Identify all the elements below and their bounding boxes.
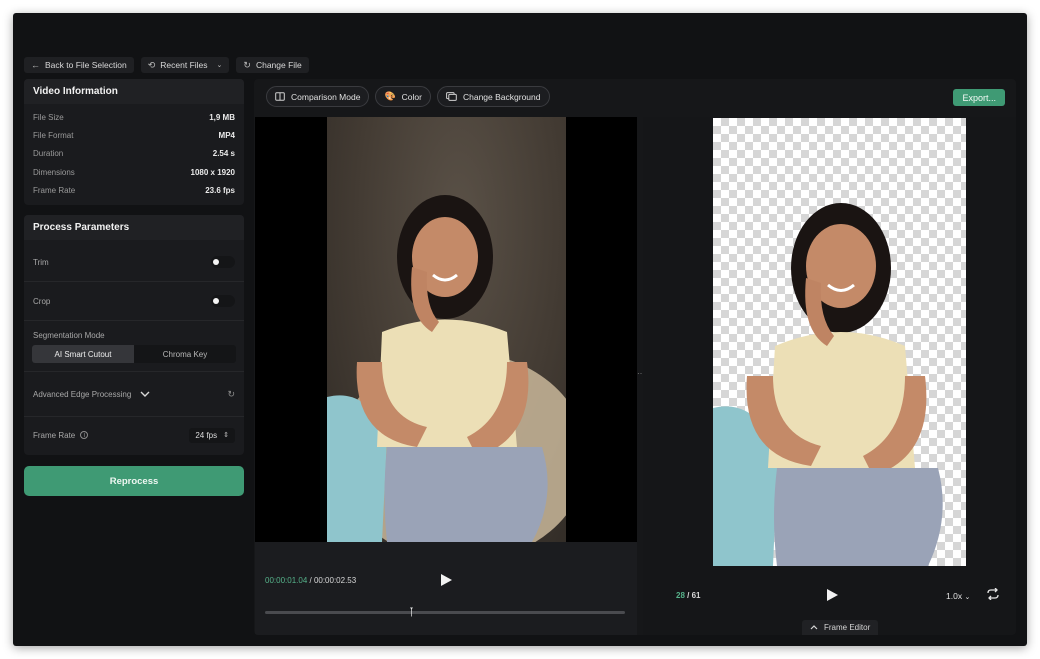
advanced-edge-group: Advanced Edge Processing <box>33 390 150 399</box>
toolbar: Comparison Mode 🎨 Color Change Backgroun… <box>266 86 550 107</box>
info-key: File Size <box>33 112 64 122</box>
info-row-dimensions: Dimensions 1080 x 1920 <box>24 163 244 181</box>
back-label: Back to File Selection <box>45 60 127 70</box>
timeline-scrubber[interactable] <box>409 604 413 620</box>
info-icon[interactable]: i <box>80 431 89 439</box>
info-value: 23.6 fps <box>205 185 235 195</box>
transparent-result-frame[interactable] <box>713 118 966 566</box>
reset-icon[interactable]: ↻ <box>227 389 235 400</box>
info-key: Duration <box>33 149 64 159</box>
info-row-file-format: File Format MP4 <box>24 126 244 144</box>
result-viewport: 28 / 61 1.0x ⌄ Frame Editor <box>643 117 1016 635</box>
total-time: 00:00:02.53 <box>313 576 357 585</box>
change-file-button[interactable]: ↻ Change File <box>236 57 309 73</box>
info-value: 2.54 s <box>212 149 235 159</box>
speed-value: 1.0x <box>946 591 963 601</box>
chevron-updown-icon: ⇕ <box>223 432 229 439</box>
play-icon[interactable] <box>440 573 453 587</box>
person-photo <box>327 195 566 542</box>
crop-row: Crop <box>24 282 244 321</box>
arrow-left-icon: ← <box>31 59 40 70</box>
video-information-title: Video Information <box>24 79 244 104</box>
info-key: Frame Rate <box>33 185 76 195</box>
export-button[interactable]: Export... <box>953 89 1005 106</box>
change-label: Change File <box>255 60 302 70</box>
frame-rate-label: Frame Rate <box>33 430 76 440</box>
back-to-file-selection-button[interactable]: ← Back to File Selection <box>24 57 134 73</box>
images-icon <box>446 92 457 101</box>
advanced-edge-row[interactable]: Advanced Edge Processing ↻ <box>24 371 244 417</box>
frame-editor-toggle[interactable]: Frame Editor <box>802 620 879 635</box>
original-video-viewport[interactable] <box>255 117 637 542</box>
original-video-frame <box>327 117 566 542</box>
crop-label: Crop <box>33 296 51 306</box>
info-value: 1080 x 1920 <box>190 167 236 177</box>
change-background-label: Change Background <box>462 91 541 102</box>
time-separator: / <box>307 576 314 585</box>
history-icon: ⟲ <box>147 59 156 70</box>
color-label: Color <box>401 91 422 102</box>
comparison-mode-label: Comparison Mode <box>291 91 361 102</box>
chevron-down-icon: ⌄ <box>216 61 223 69</box>
frame-separator: / <box>684 591 692 600</box>
comparison-mode-button[interactable]: Comparison Mode <box>266 86 370 107</box>
frame-rate-group: Frame Rate i <box>33 430 89 440</box>
loop-icon[interactable] <box>986 588 1000 600</box>
chevron-down-icon <box>140 391 150 397</box>
color-button[interactable]: 🎨 Color <box>375 86 431 107</box>
frame-current: 28 <box>676 591 685 600</box>
reprocess-button[interactable]: Reprocess <box>24 466 244 496</box>
info-key: Dimensions <box>33 167 75 177</box>
refresh-icon: ↻ <box>243 59 251 70</box>
cutout-person <box>713 203 943 566</box>
seg-option-chroma-key[interactable]: Chroma Key <box>134 345 236 363</box>
trim-label: Trim <box>33 257 49 267</box>
frame-rate-row: Frame Rate i 24 fps ⇕ <box>24 417 244 453</box>
process-parameters-panel: Process Parameters Trim Crop Segmentatio… <box>24 215 244 455</box>
palette-icon: 🎨 <box>384 91 396 101</box>
process-parameters-title: Process Parameters <box>24 215 244 240</box>
main-workspace: Comparison Mode 🎨 Color Change Backgroun… <box>254 79 1016 635</box>
timeline-track[interactable] <box>265 611 625 614</box>
recent-files-button[interactable]: ⟲ Recent Files ⌄ <box>140 57 230 73</box>
frame-editor-label: Frame Editor <box>824 623 871 632</box>
info-row-file-size: File Size 1,9 MB <box>24 108 244 126</box>
top-nav: ← Back to File Selection ⟲ Recent Files … <box>24 57 309 73</box>
app-window: ← Back to File Selection ⟲ Recent Files … <box>13 13 1027 646</box>
info-row-frame-rate: Frame Rate 23.6 fps <box>24 181 244 199</box>
frame-rate-value: 24 fps <box>195 430 218 440</box>
info-value: 1,9 MB <box>209 112 235 122</box>
segmentation-mode-label: Segmentation Mode <box>33 331 105 340</box>
playback-time: 00:00:01.04 / 00:00:02.53 <box>265 576 356 585</box>
play-icon[interactable] <box>826 588 839 602</box>
chevron-up-icon <box>810 625 818 630</box>
segmentation-mode-control: AI Smart Cutout Chroma Key <box>32 345 236 363</box>
frame-total: 61 <box>691 591 701 600</box>
split-view-icon <box>275 92 285 101</box>
trim-toggle[interactable] <box>211 256 235 268</box>
info-row-duration: Duration 2.54 s <box>24 145 244 163</box>
advanced-edge-label: Advanced Edge Processing <box>33 389 132 399</box>
video-information-panel: Video Information File Size 1,9 MB File … <box>24 79 244 205</box>
chevron-down-icon: ⌄ <box>964 594 971 601</box>
original-player-controls: 00:00:01.04 / 00:00:02.53 <box>255 542 637 635</box>
current-time: 00:00:01.04 <box>265 576 308 585</box>
recent-label: Recent Files <box>160 60 208 70</box>
crop-toggle[interactable] <box>211 295 235 307</box>
frame-counter: 28 / 61 <box>676 591 700 600</box>
seg-option-ai-smart-cutout[interactable]: AI Smart Cutout <box>32 345 134 363</box>
info-key: File Format <box>33 130 74 140</box>
change-background-button[interactable]: Change Background <box>436 86 550 107</box>
playback-speed-select[interactable]: 1.0x ⌄ <box>946 591 970 601</box>
frame-rate-select[interactable]: 24 fps ⇕ <box>189 427 235 443</box>
info-value: MP4 <box>218 130 235 140</box>
trim-row: Trim <box>24 243 244 282</box>
